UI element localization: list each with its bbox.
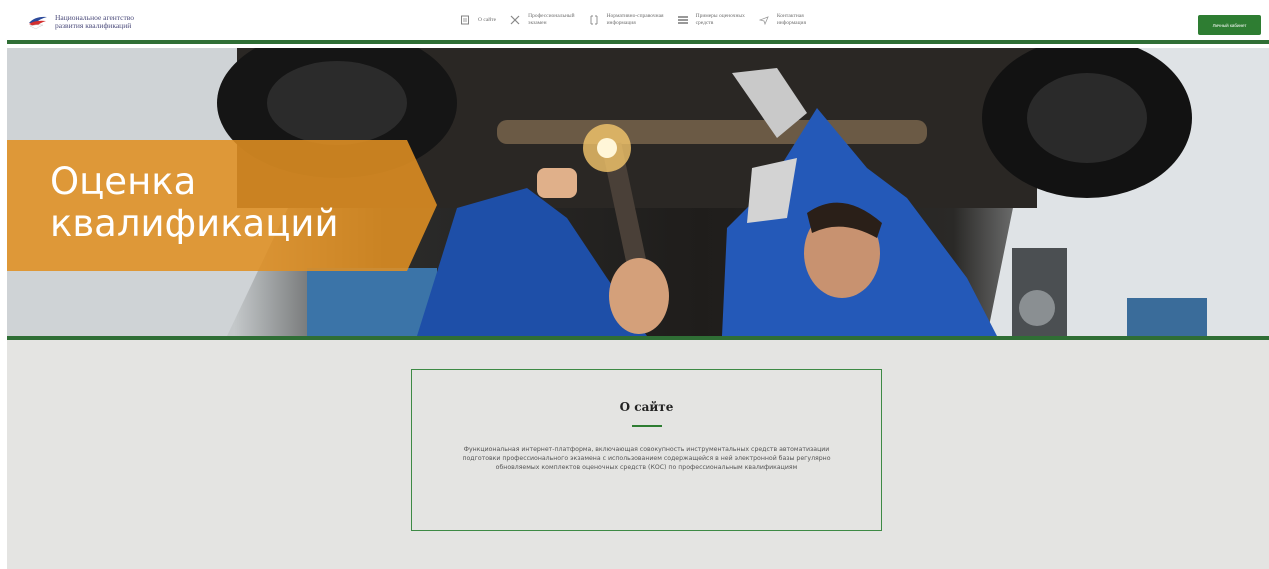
send-icon <box>758 14 770 26</box>
site-logo[interactable]: Национальное агентство развития квалифик… <box>27 14 134 30</box>
stack-icon <box>677 14 689 26</box>
hero-title: Оценка квалификаций <box>50 160 339 245</box>
header-divider <box>7 40 1269 44</box>
about-title-underline <box>631 425 662 427</box>
logo-text: Национальное агентство развития квалифик… <box>55 14 134 30</box>
nav-label-exam: Профессиональный экзамен <box>528 13 575 26</box>
document-icon <box>459 14 471 26</box>
tools-icon <box>509 14 521 26</box>
hero-banner: Оценка квалификаций <box>7 48 1269 336</box>
about-card: О сайте Функциональная интернет-платформ… <box>411 369 882 531</box>
nav-item-exam[interactable]: Профессиональный экзамен <box>509 13 575 27</box>
main-nav: О сайте Профессиональный экзамен Нормати… <box>459 13 819 27</box>
logo-emblem-icon <box>27 14 49 30</box>
nav-item-contacts[interactable]: Контактная информация <box>758 13 806 27</box>
about-description: Функциональная интернет-платформа, включ… <box>462 446 831 471</box>
main-content: О сайте Функциональная интернет-платформ… <box>7 340 1269 569</box>
about-title: О сайте <box>619 400 674 414</box>
nav-item-about[interactable]: О сайте <box>459 14 496 26</box>
logo-line-2: развития квалификаций <box>55 21 132 30</box>
nav-item-examples[interactable]: Примеры оценочных средств <box>677 13 745 27</box>
nav-label-contacts: Контактная информация <box>776 13 807 26</box>
personal-cabinet-button[interactable]: Личный кабинет <box>1198 15 1261 35</box>
nav-label-reference: Нормативно-справочная информация <box>606 13 664 26</box>
book-icon <box>588 14 600 26</box>
site-header: Национальное агентство развития квалифик… <box>7 8 1269 40</box>
nav-label-about: О сайте <box>478 16 497 23</box>
nav-item-reference[interactable]: Нормативно-справочная информация <box>588 13 664 27</box>
nav-label-examples: Примеры оценочных средств <box>695 13 745 26</box>
